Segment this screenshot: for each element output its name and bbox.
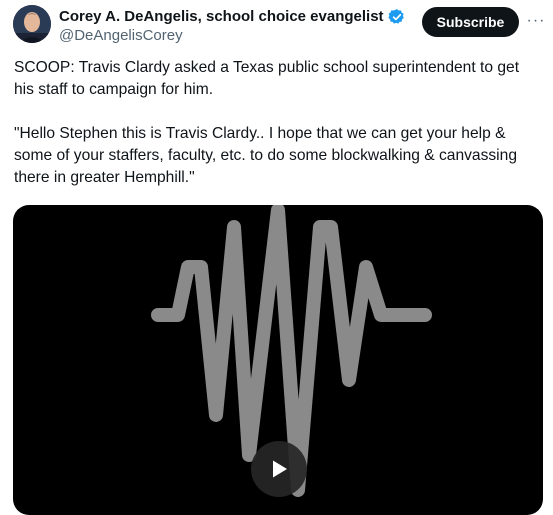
- author-name-row: Corey A. DeAngelis, school choice evange…: [59, 8, 406, 26]
- play-icon: [273, 460, 287, 478]
- author-display-name[interactable]: Corey A. DeAngelis, school choice evange…: [59, 8, 384, 26]
- tweet-text: SCOOP: Travis Clardy asked a Texas publi…: [14, 57, 542, 189]
- tweet-paragraph: "Hello Stephen this is Travis Clardy.. I…: [14, 125, 517, 186]
- author-handle[interactable]: @DeAngelisCorey: [59, 27, 183, 45]
- play-button[interactable]: [251, 441, 307, 497]
- more-horizontal-icon[interactable]: ···: [525, 10, 547, 32]
- avatar-image: [13, 5, 51, 43]
- subscribe-button[interactable]: Subscribe: [422, 7, 519, 37]
- video-player[interactable]: [13, 205, 543, 515]
- tweet-paragraph: SCOOP: Travis Clardy asked a Texas publi…: [14, 59, 520, 98]
- verified-badge-icon: [387, 8, 406, 26]
- avatar[interactable]: [13, 5, 51, 43]
